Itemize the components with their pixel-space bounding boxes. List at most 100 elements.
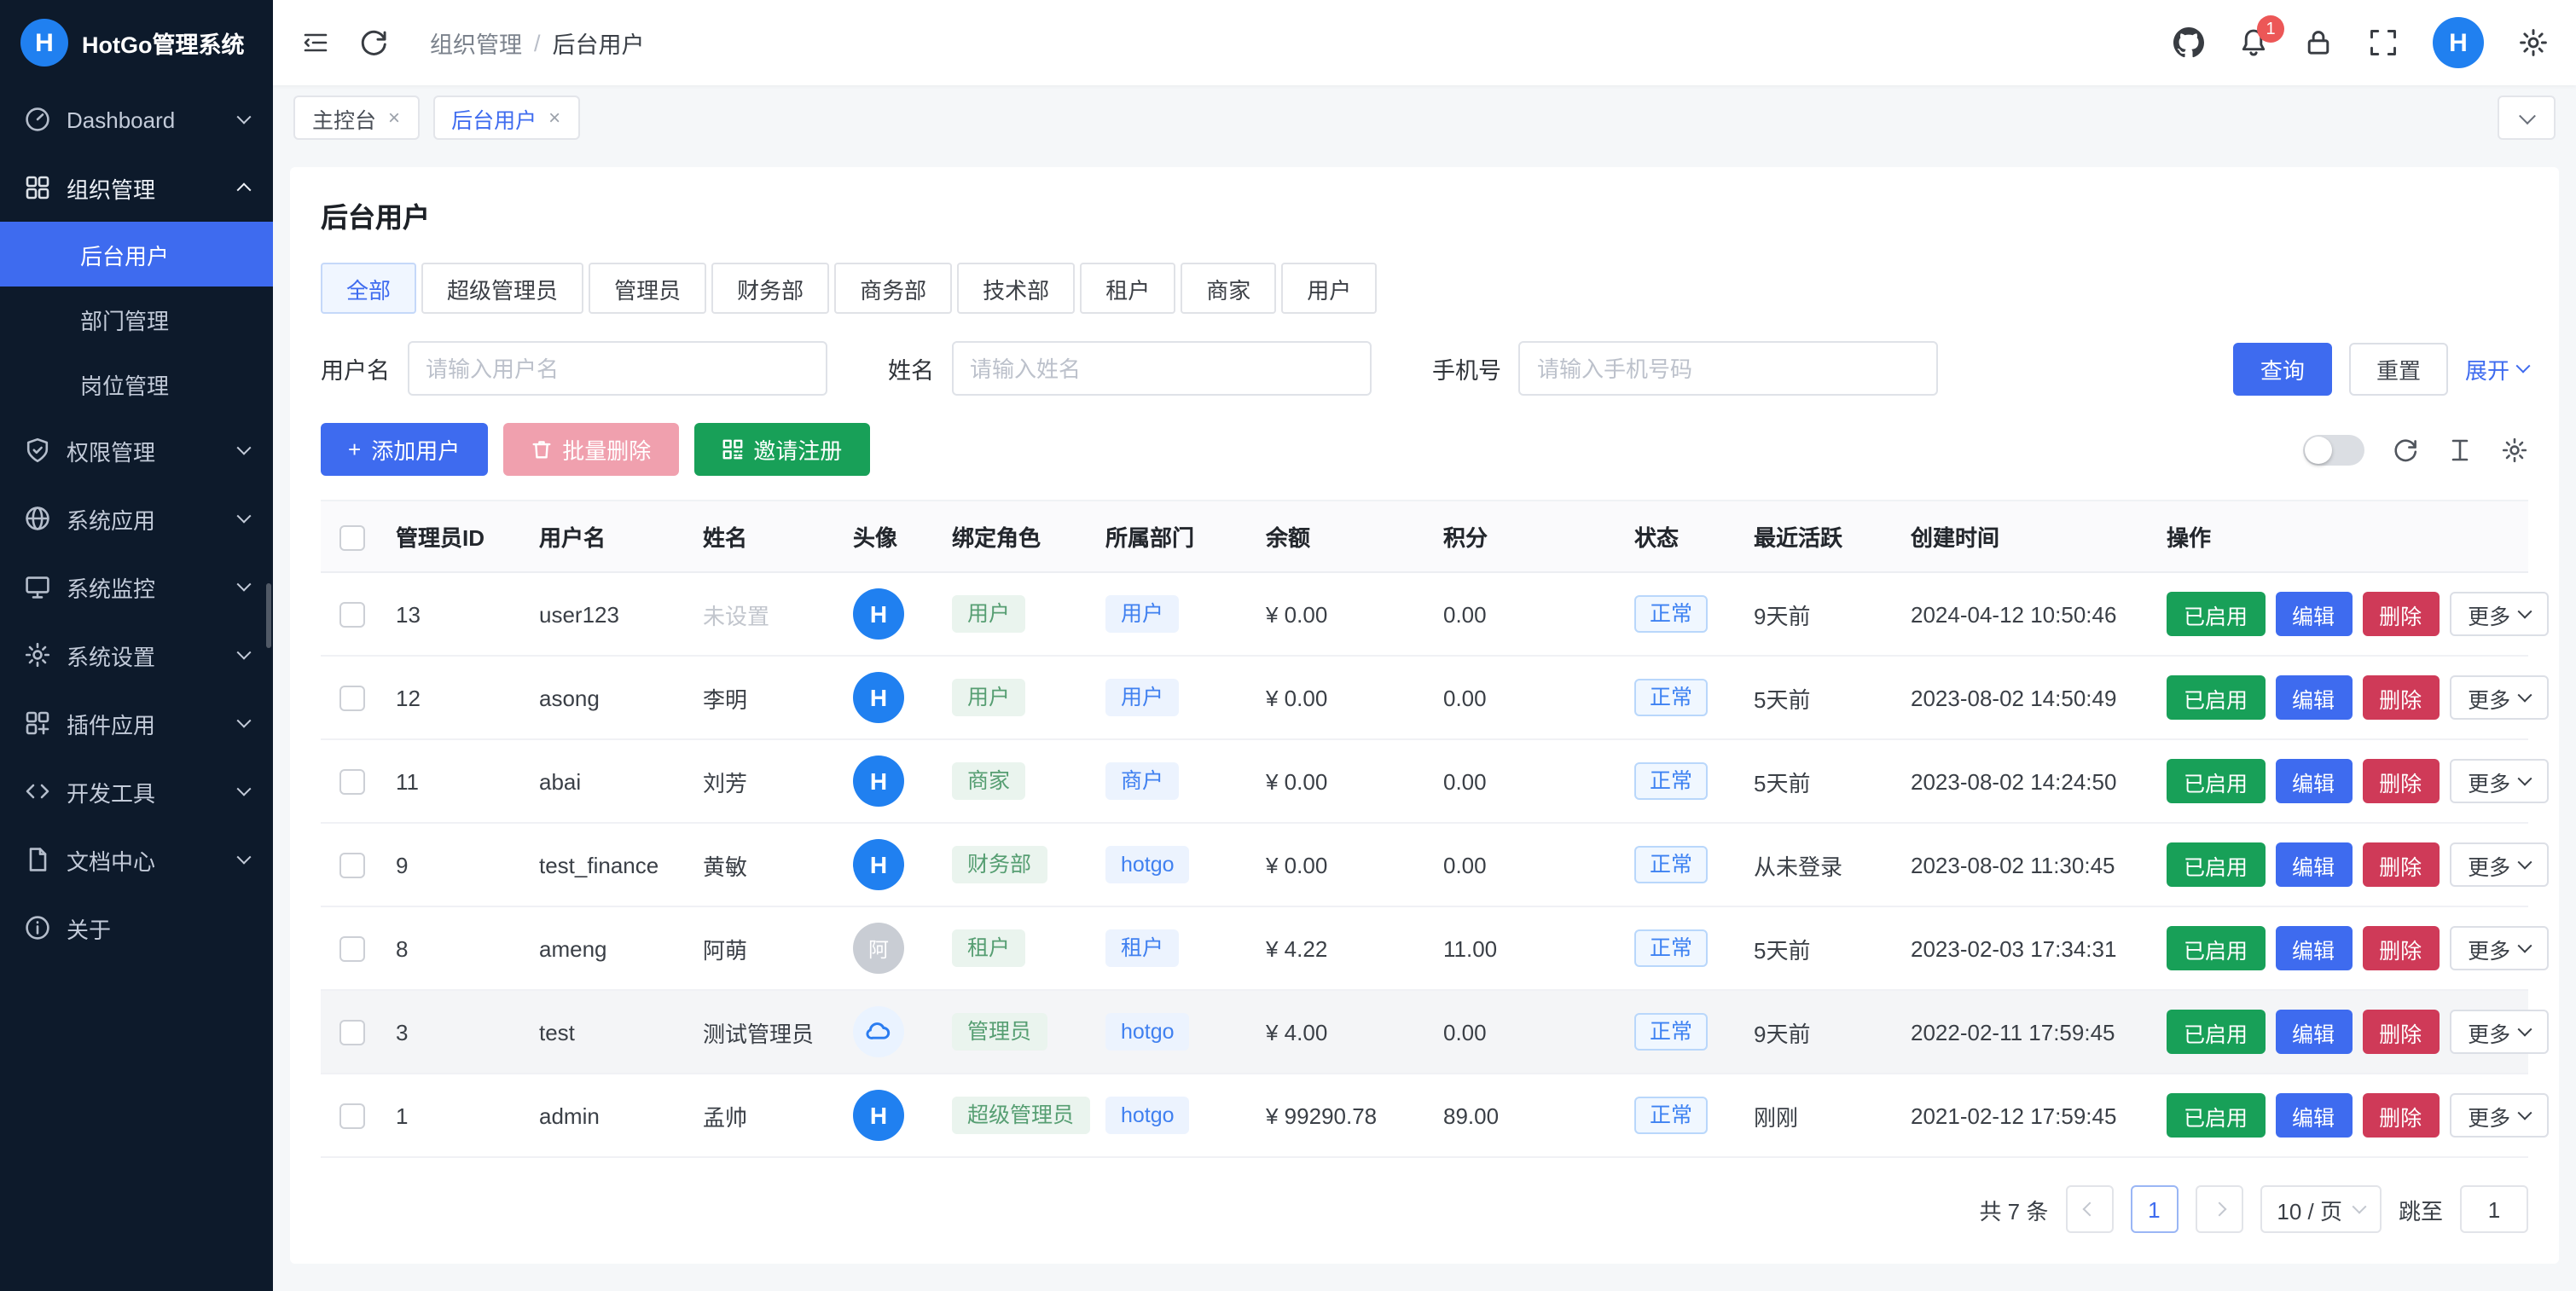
sidebar-scrollbar[interactable] bbox=[266, 583, 271, 648]
row-height-icon[interactable] bbox=[2446, 436, 2474, 463]
add-user-button[interactable]: + 添加用户 bbox=[321, 423, 487, 476]
more-label: 更多 bbox=[2468, 848, 2510, 881]
edit-button[interactable]: 编辑 bbox=[2275, 926, 2352, 970]
row-checkbox[interactable] bbox=[339, 936, 364, 962]
sidebar-item-devtools[interactable]: 开发工具 bbox=[0, 757, 273, 825]
enabled-button[interactable]: 已启用 bbox=[2167, 842, 2265, 887]
filter-tab-user[interactable]: 用户 bbox=[1281, 263, 1377, 314]
more-button[interactable]: 更多 bbox=[2449, 926, 2548, 970]
next-page-button[interactable] bbox=[2195, 1185, 2242, 1233]
mobile-input[interactable] bbox=[1518, 341, 1938, 396]
notifications-button[interactable]: 1 bbox=[2238, 27, 2269, 58]
doc-icon bbox=[24, 846, 51, 873]
avatar: H bbox=[853, 588, 904, 640]
edit-button[interactable]: 编辑 bbox=[2275, 842, 2352, 887]
row-checkbox[interactable] bbox=[339, 853, 364, 878]
filter-tab-business[interactable]: 商务部 bbox=[834, 263, 952, 314]
refresh-icon[interactable] bbox=[358, 27, 389, 58]
striped-toggle[interactable] bbox=[2303, 434, 2364, 465]
user-avatar[interactable]: H bbox=[2433, 17, 2484, 68]
edit-button[interactable]: 编辑 bbox=[2275, 675, 2352, 720]
reload-table-icon[interactable] bbox=[2392, 436, 2419, 463]
close-icon[interactable]: × bbox=[388, 106, 400, 130]
dept-tag: 租户 bbox=[1105, 929, 1179, 967]
delete-button[interactable]: 删除 bbox=[2362, 926, 2439, 970]
delete-button[interactable]: 删除 bbox=[2362, 842, 2439, 887]
enabled-button[interactable]: 已启用 bbox=[2167, 1093, 2265, 1138]
sidebar-item-dashboard[interactable]: Dashboard bbox=[0, 85, 273, 153]
close-icon[interactable]: × bbox=[548, 106, 560, 130]
filter-tab-merchant[interactable]: 商家 bbox=[1181, 263, 1276, 314]
jump-page-input[interactable] bbox=[2460, 1185, 2528, 1233]
reset-button[interactable]: 重置 bbox=[2349, 342, 2448, 395]
delete-button[interactable]: 删除 bbox=[2362, 1010, 2439, 1054]
sidebar-subitem-dept[interactable]: 部门管理 bbox=[0, 287, 273, 351]
sidebar-item-setting[interactable]: 系统设置 bbox=[0, 621, 273, 689]
filter-tab-tenant[interactable]: 租户 bbox=[1080, 263, 1175, 314]
delete-button[interactable]: 删除 bbox=[2362, 1093, 2439, 1138]
filter-tab-finance[interactable]: 财务部 bbox=[711, 263, 829, 314]
sidebar-item-app[interactable]: 系统应用 bbox=[0, 484, 273, 553]
delete-button[interactable]: 删除 bbox=[2362, 592, 2439, 636]
more-button[interactable]: 更多 bbox=[2449, 842, 2548, 887]
enabled-button[interactable]: 已启用 bbox=[2167, 675, 2265, 720]
sidebar-subitem-post[interactable]: 岗位管理 bbox=[0, 351, 273, 416]
enabled-button[interactable]: 已启用 bbox=[2167, 1010, 2265, 1054]
enabled-button[interactable]: 已启用 bbox=[2167, 759, 2265, 803]
row-checkbox[interactable] bbox=[339, 769, 364, 795]
filter-tab-admin[interactable]: 管理员 bbox=[589, 263, 706, 314]
select-all-checkbox[interactable] bbox=[339, 524, 364, 550]
more-button[interactable]: 更多 bbox=[2449, 759, 2548, 803]
delete-button[interactable]: 删除 bbox=[2362, 759, 2439, 803]
github-icon[interactable] bbox=[2173, 27, 2204, 58]
delete-button[interactable]: 删除 bbox=[2362, 675, 2439, 720]
tab-backend-users[interactable]: 后台用户× bbox=[432, 96, 579, 140]
page-size-select[interactable]: 10 / 页 bbox=[2260, 1185, 2382, 1233]
name-input[interactable] bbox=[951, 341, 1371, 396]
filter-tab-super-admin[interactable]: 超级管理员 bbox=[421, 263, 583, 314]
expand-link[interactable]: 展开 bbox=[2465, 352, 2528, 385]
enabled-button[interactable]: 已启用 bbox=[2167, 926, 2265, 970]
breadcrumb-item[interactable]: 组织管理 bbox=[430, 26, 522, 60]
batch-delete-button[interactable]: 批量删除 bbox=[502, 423, 678, 476]
page-number-button[interactable]: 1 bbox=[2130, 1185, 2178, 1233]
enabled-button[interactable]: 已启用 bbox=[2167, 592, 2265, 636]
tab-actions-button[interactable] bbox=[2498, 96, 2556, 140]
chevron-down-icon bbox=[237, 110, 252, 124]
edit-button[interactable]: 编辑 bbox=[2275, 1010, 2352, 1054]
sidebar-subitem-backend-users[interactable]: 后台用户 bbox=[0, 222, 273, 287]
fullscreen-icon[interactable] bbox=[2368, 27, 2399, 58]
row-checkbox[interactable] bbox=[339, 1103, 364, 1129]
sidebar-item-addons[interactable]: 插件应用 bbox=[0, 689, 273, 757]
tab-console[interactable]: 主控台× bbox=[293, 96, 419, 140]
filter-tab-all[interactable]: 全部 bbox=[321, 263, 416, 314]
row-checkbox[interactable] bbox=[339, 602, 364, 628]
more-button[interactable]: 更多 bbox=[2449, 592, 2548, 636]
invite-register-button[interactable]: 邀请注册 bbox=[693, 423, 869, 476]
sidebar-item-org[interactable]: 组织管理 bbox=[0, 153, 273, 222]
prev-page-button[interactable] bbox=[2065, 1185, 2113, 1233]
more-button[interactable]: 更多 bbox=[2449, 1093, 2548, 1138]
row-checkbox[interactable] bbox=[339, 1020, 364, 1045]
column-settings-icon[interactable] bbox=[2501, 436, 2528, 463]
menu-fold-icon[interactable] bbox=[300, 27, 331, 58]
dept-tag: hotgo bbox=[1105, 846, 1190, 883]
edit-button[interactable]: 编辑 bbox=[2275, 759, 2352, 803]
app-logo[interactable]: H HotGo管理系统 bbox=[0, 0, 273, 85]
sidebar-item-about[interactable]: 关于 bbox=[0, 894, 273, 962]
sidebar-item-doc[interactable]: 文档中心 bbox=[0, 825, 273, 894]
row-actions: 已启用编辑删除更多 bbox=[2167, 1093, 2515, 1138]
edit-button[interactable]: 编辑 bbox=[2275, 1093, 2352, 1138]
more-button[interactable]: 更多 bbox=[2449, 675, 2548, 720]
sidebar-item-monitor[interactable]: 系统监控 bbox=[0, 553, 273, 621]
settings-gear-icon[interactable] bbox=[2518, 27, 2549, 58]
search-button[interactable]: 查询 bbox=[2233, 342, 2332, 395]
chevron-left-icon bbox=[2082, 1202, 2097, 1217]
lock-icon[interactable] bbox=[2303, 27, 2334, 58]
sidebar-item-perm[interactable]: 权限管理 bbox=[0, 416, 273, 484]
more-button[interactable]: 更多 bbox=[2449, 1010, 2548, 1054]
edit-button[interactable]: 编辑 bbox=[2275, 592, 2352, 636]
username-input[interactable] bbox=[407, 341, 827, 396]
filter-tab-tech[interactable]: 技术部 bbox=[957, 263, 1075, 314]
row-checkbox[interactable] bbox=[339, 686, 364, 711]
